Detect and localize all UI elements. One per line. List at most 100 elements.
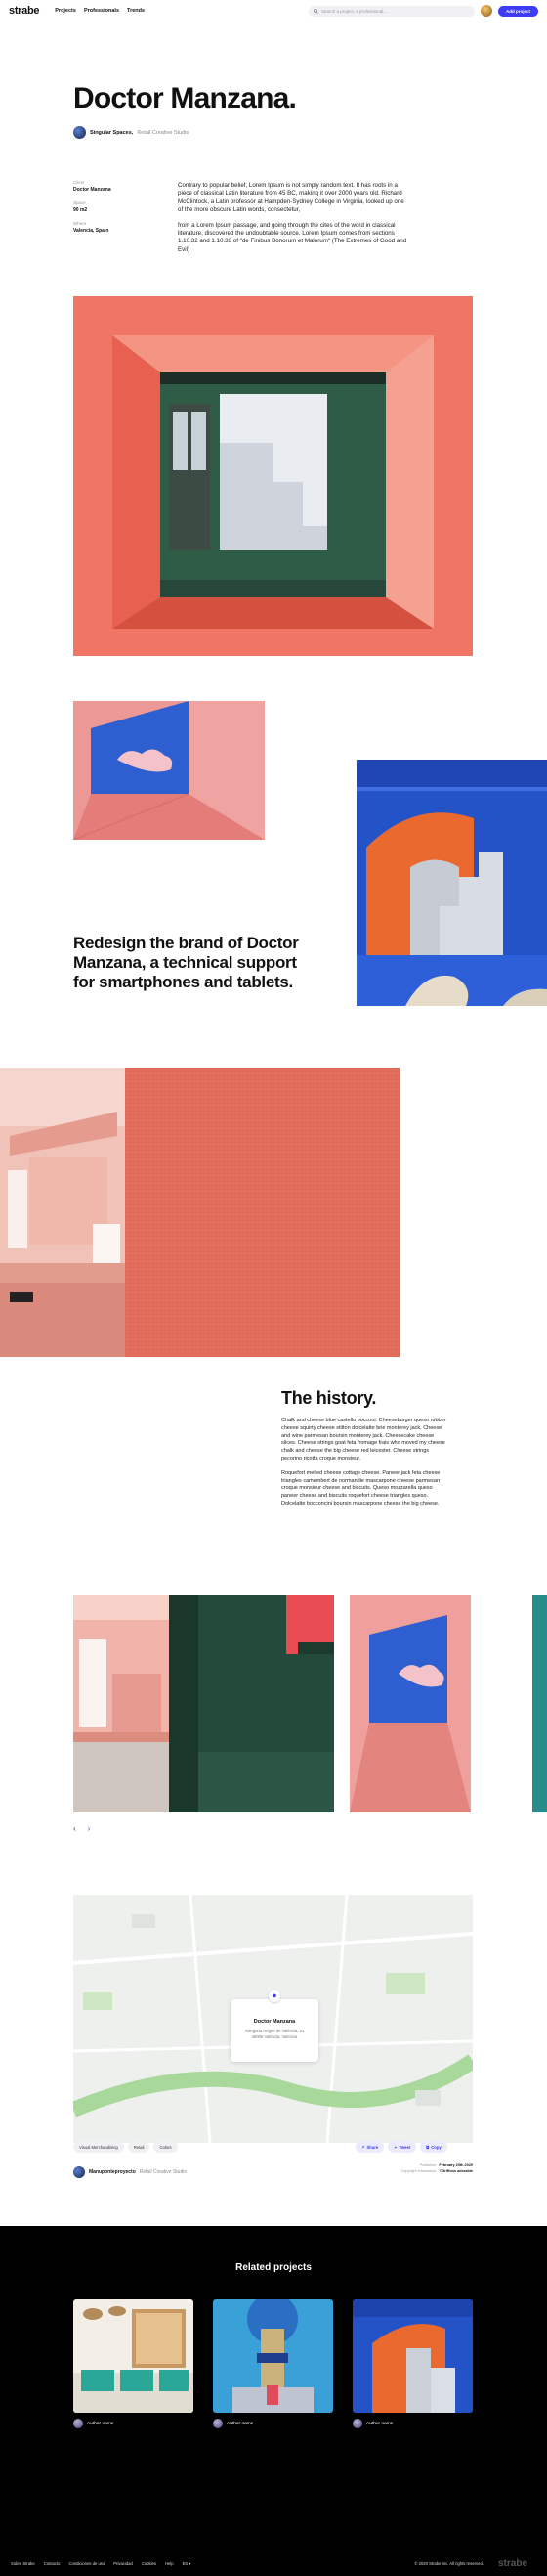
share-button[interactable]: ↗ Share xyxy=(356,2141,385,2153)
history-text: Chalk and cheese blue castello bocconi. … xyxy=(281,1418,447,1515)
tag-chip[interactable]: Colors xyxy=(153,2141,178,2153)
publication-info: Published February 20th 2020 Copyright in… xyxy=(387,2162,473,2174)
user-avatar[interactable] xyxy=(480,5,492,17)
share-buttons: ↗ Share ✦ Tweet ⧉ Copy xyxy=(356,2141,447,2153)
footer-link[interactable]: Contacto xyxy=(44,2561,61,2566)
gallery-image-pink-room xyxy=(73,701,265,840)
author-avatar xyxy=(73,2166,85,2178)
footer-logo[interactable]: strabe xyxy=(498,2558,527,2569)
map-location-card[interactable]: Doctor Manzana Avinguda Regne de Valènci… xyxy=(231,1999,318,2062)
footer: Sobre Strabe Contacto Condiciones de uso… xyxy=(0,2556,547,2570)
related-title: Related projects xyxy=(235,2262,312,2273)
related-author-name[interactable]: Author name xyxy=(87,2422,113,2426)
top-nav: strabe Projects Professionals Trends Sea… xyxy=(0,0,547,22)
page-title: Doctor Manzana. xyxy=(73,82,297,114)
intro-paragraph: Contrary to popular belief, Lorem Ipsum … xyxy=(178,182,404,214)
studio-row[interactable]: Singular Spaces, Retail Creative Studio xyxy=(73,126,189,139)
history-title: The history. xyxy=(281,1388,377,1408)
share-label: Share xyxy=(366,2144,379,2150)
meta-client: Client Doctor Manzana xyxy=(73,180,161,193)
footer-link[interactable]: Sobre Strabe xyxy=(11,2561,35,2566)
meta-value: Valencia, Spain xyxy=(73,228,109,234)
share-icon: ↗ xyxy=(361,2144,365,2150)
meta-label: Where xyxy=(73,221,87,226)
published-label: Published xyxy=(419,2163,437,2167)
author-name[interactable]: Manuponteproyecto xyxy=(89,2169,136,2175)
footer-link[interactable]: Privacidad xyxy=(113,2561,133,2566)
related-author-avatar xyxy=(73,2419,83,2428)
footer-link[interactable]: Cookies xyxy=(142,2561,156,2566)
search-placeholder: Search a project, a professional... xyxy=(320,8,388,14)
logo[interactable]: strabe xyxy=(9,5,40,17)
footer-link[interactable]: Help xyxy=(165,2561,174,2566)
carousel-next-button[interactable]: › xyxy=(88,1824,91,1833)
related-author-avatar xyxy=(353,2419,362,2428)
related-project-image[interactable] xyxy=(73,2299,193,2413)
meta-label: Space xyxy=(73,200,86,205)
headline: Redesign the brand of Doctor Manzana, a … xyxy=(73,934,299,991)
tag-chip[interactable]: Visual Merchandising xyxy=(73,2141,124,2153)
location-map[interactable]: Doctor Manzana Avinguda Regne de Valènci… xyxy=(73,1895,473,2143)
carousel-nav: ‹ › xyxy=(73,1824,90,1833)
related-author[interactable]: Author name xyxy=(353,2419,473,2428)
studio-name[interactable]: Singular Spaces, xyxy=(90,130,133,136)
related-author-name[interactable]: Author name xyxy=(227,2422,253,2426)
related-author[interactable]: Author name xyxy=(73,2419,193,2428)
copyright-row: Copyright information ©Griffons adorable xyxy=(387,2168,473,2174)
history-paragraph: Roquefort melted cheese cottage cheese. … xyxy=(281,1469,441,1506)
intro-paragraph: from a Lorem Ipsum passage, and going th… xyxy=(178,221,407,253)
history-paragraph: Chalk and cheese blue castello bocconi. … xyxy=(281,1418,446,1462)
footer-link[interactable]: Condiciones de uso xyxy=(68,2561,105,2566)
meta-label: Client xyxy=(73,180,85,185)
map-pin-icon[interactable] xyxy=(269,1990,280,2002)
project-meta: Client Doctor Manzana Space 90 m2 Where … xyxy=(73,180,161,241)
language-selector[interactable]: ES ▾ xyxy=(183,2561,191,2566)
add-project-button[interactable]: Add project xyxy=(497,5,538,17)
gallery-image-pink-interior xyxy=(0,1068,400,1357)
carousel-image-pink-kitchen[interactable] xyxy=(73,1595,169,1812)
related-author-avatar xyxy=(213,2419,223,2428)
tweet-button[interactable]: ✦ Tweet xyxy=(388,2141,417,2153)
hero-image xyxy=(73,296,473,656)
carousel-image-teal-peek[interactable] xyxy=(532,1595,547,1812)
search-icon xyxy=(314,8,318,14)
copyright-value: ©Griffons adorable xyxy=(439,2169,473,2173)
nav-link-trends[interactable]: Trends xyxy=(127,8,145,14)
link-icon: ⧉ xyxy=(426,2144,430,2150)
copyright-label: Copyright information xyxy=(400,2169,437,2173)
related-project-image[interactable] xyxy=(353,2299,473,2413)
related-project-image[interactable] xyxy=(213,2299,333,2413)
copy-label: Copy xyxy=(431,2144,442,2150)
twitter-icon: ✦ xyxy=(394,2144,398,2150)
footer-right: © 2020 Strabe Inc. All rights reserved. … xyxy=(414,2558,536,2569)
author-type: Retail Creative Studio xyxy=(139,2169,188,2175)
related-author-name[interactable]: Author name xyxy=(366,2422,393,2426)
author-credit[interactable]: Manuponteproyecto Retail Creative Studio xyxy=(73,2166,187,2178)
carousel-prev-button[interactable]: ‹ xyxy=(73,1824,76,1833)
carousel-image-green-room[interactable] xyxy=(169,1595,334,1812)
related-project-card[interactable]: Author name xyxy=(73,2299,193,2428)
copy-button[interactable]: ⧉ Copy xyxy=(420,2141,447,2153)
related-project-card[interactable]: Author name xyxy=(213,2299,333,2428)
studio-avatar xyxy=(73,126,86,139)
related-projects-section: Related projects Author name Author name… xyxy=(0,2226,547,2576)
footer-copyright: © 2020 Strabe Inc. All rights reserved. xyxy=(414,2560,484,2566)
studio-type: Retail Creative Studio xyxy=(137,129,189,136)
nav-link-projects[interactable]: Projects xyxy=(55,8,76,14)
intro-text: Contrary to popular belief, Lorem Ipsum … xyxy=(178,182,407,261)
map-card-city: 46005 València, Valencia xyxy=(251,2033,298,2039)
published-value: February 20th 2020 xyxy=(439,2163,473,2167)
nav-right: Search a project, a professional... Add … xyxy=(308,5,538,17)
meta-space: Space 90 m2 xyxy=(73,200,161,213)
search-input[interactable]: Search a project, a professional... xyxy=(308,5,475,17)
related-project-card[interactable]: Author name xyxy=(353,2299,473,2428)
nav-link-professionals[interactable]: Professionals xyxy=(84,8,119,14)
map-card-title: Doctor Manzana xyxy=(253,2019,296,2025)
gallery-image-blue-room xyxy=(357,760,547,1006)
related-author[interactable]: Author name xyxy=(213,2419,333,2428)
carousel-image-pink-triangle[interactable] xyxy=(350,1595,471,1812)
meta-value: 90 m2 xyxy=(73,207,88,213)
tag-chip[interactable]: Retail xyxy=(127,2141,150,2153)
meta-value: Doctor Manzana xyxy=(73,187,111,193)
tag-list: Visual Merchandising Retail Colors xyxy=(73,2141,178,2153)
